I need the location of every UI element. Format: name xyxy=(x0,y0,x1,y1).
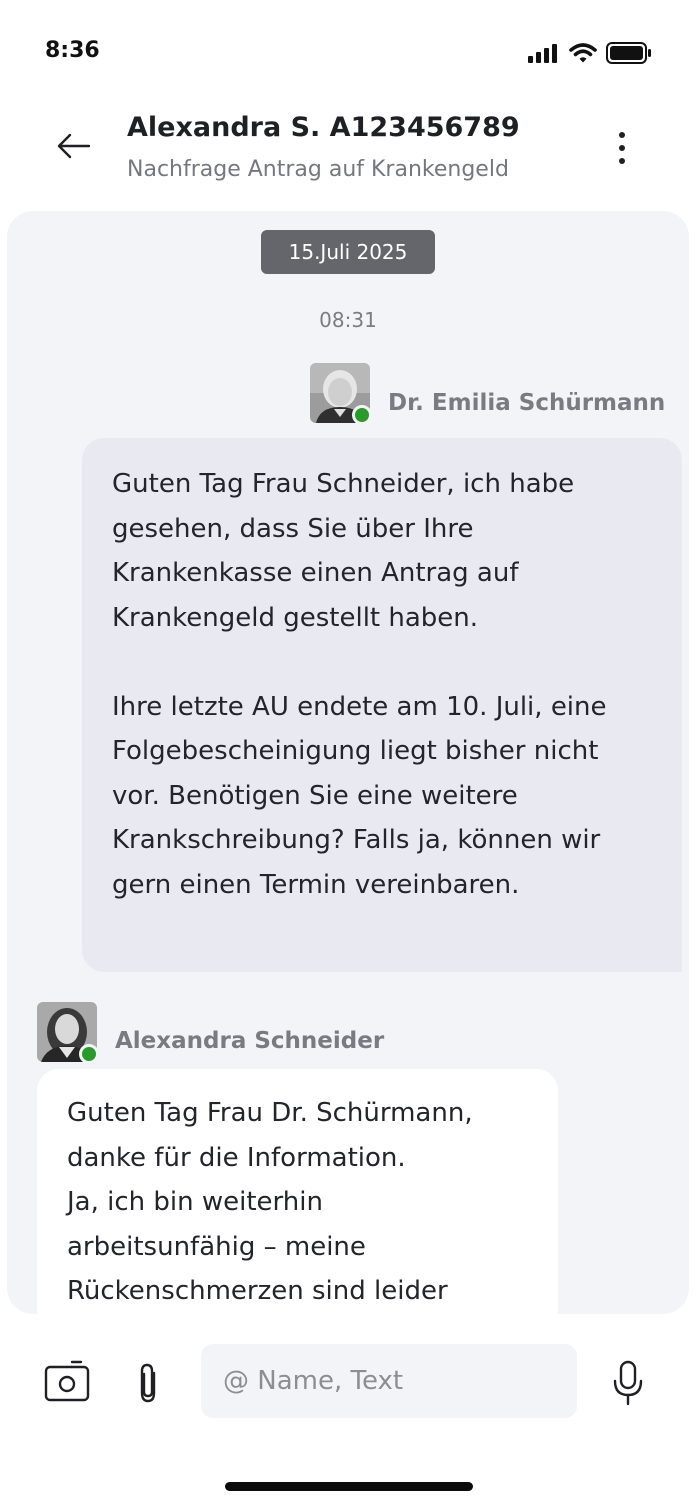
attach-button[interactable] xyxy=(133,1361,163,1405)
signal-icon xyxy=(528,44,557,63)
microphone-icon xyxy=(613,1360,643,1406)
message-input[interactable] xyxy=(201,1344,577,1418)
message-composer xyxy=(0,1314,696,1507)
message-text: Guten Tag Frau Dr. Schürmann, danke für … xyxy=(67,1098,473,1306)
more-vertical-icon xyxy=(619,132,625,138)
doctor-online-indicator xyxy=(352,405,372,425)
message-time: 08:31 xyxy=(319,308,377,332)
back-button[interactable] xyxy=(54,128,94,164)
more-options-button[interactable] xyxy=(604,126,640,170)
conversation-subtitle: Nachfrage Antrag auf Krankengeld xyxy=(127,157,509,182)
chat-header: Alexandra S. A123456789 Nachfrage Antrag… xyxy=(0,100,696,208)
home-indicator xyxy=(225,1482,473,1491)
date-chip: 15.Juli 2025 xyxy=(261,230,435,274)
status-bar: 8:36 xyxy=(0,0,696,100)
back-arrow-icon xyxy=(57,133,91,159)
wifi-icon xyxy=(569,42,597,62)
conversation-title: Alexandra S. A123456789 xyxy=(127,112,520,143)
status-time: 8:36 xyxy=(45,38,100,63)
battery-icon xyxy=(606,42,651,64)
microphone-button[interactable] xyxy=(610,1359,646,1407)
doctor-sender-name: Dr. Emilia Schürmann xyxy=(388,390,666,416)
status-icons xyxy=(528,42,652,64)
patient-sender-name: Alexandra Schneider xyxy=(115,1028,385,1054)
camera-icon xyxy=(44,1360,90,1402)
patient-message-bubble[interactable]: Guten Tag Frau Dr. Schürmann, danke für … xyxy=(37,1069,558,1314)
camera-button[interactable] xyxy=(44,1359,90,1403)
message-text: Guten Tag Frau Schneider, ich habe geseh… xyxy=(112,469,575,633)
patient-online-indicator xyxy=(79,1044,99,1064)
doctor-message-bubble[interactable]: Guten Tag Frau Schneider, ich habe geseh… xyxy=(82,438,682,972)
chat-area[interactable]: 15.Juli 2025 08:31 Dr. Emilia Schürmann … xyxy=(7,211,689,1314)
paperclip-icon xyxy=(140,1363,156,1403)
message-text: Ihre letzte AU endete am 10. Juli, eine … xyxy=(112,691,607,900)
